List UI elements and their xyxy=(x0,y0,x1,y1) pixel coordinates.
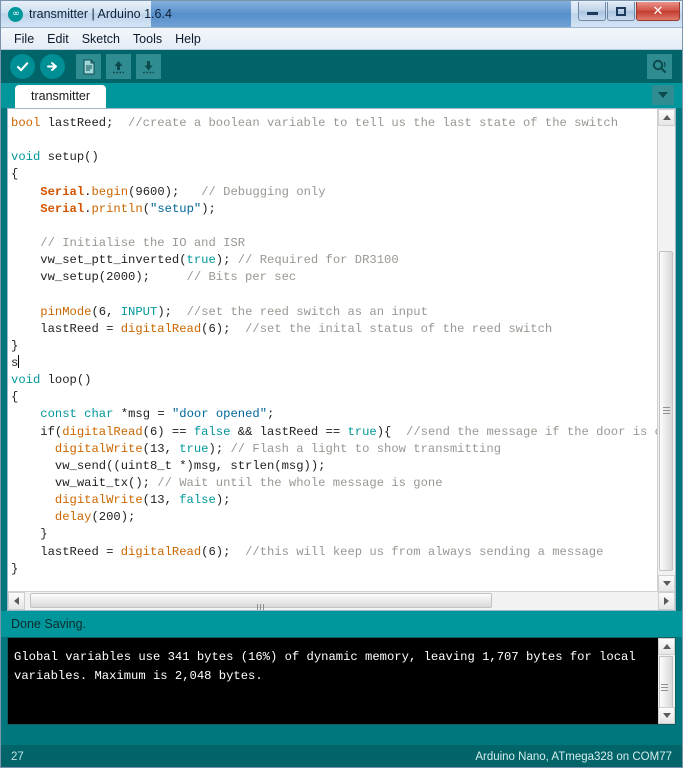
code-line: Serial.begin(9600); // Debugging only xyxy=(40,184,326,199)
status-message: Done Saving. xyxy=(1,611,682,637)
status-bar: 27 Arduino Nano, ATmega328 on COM77 xyxy=(1,745,682,767)
up-arrow-icon xyxy=(113,60,124,73)
code-line: s xyxy=(11,354,20,370)
scroll-down-arrow-icon xyxy=(662,713,671,718)
minimize-button[interactable] xyxy=(578,2,606,21)
code-line: void setup() xyxy=(11,150,99,165)
chevron-down-icon xyxy=(658,92,668,98)
console-scroll-down-button[interactable] xyxy=(658,707,675,724)
arduino-ide-window: ∞ transmitter | Arduino 1.6.4 ✕ File Edi… xyxy=(0,0,683,768)
scroll-down-arrow-icon xyxy=(662,581,671,586)
menu-item-edit[interactable]: Edit xyxy=(42,30,77,48)
console-panel[interactable]: Global variables use 341 bytes (16%) of … xyxy=(7,637,676,725)
code-line: digitalWrite(13, false); xyxy=(54,493,231,508)
maximize-button[interactable] xyxy=(607,2,635,21)
horizontal-scroll-thumb[interactable] xyxy=(30,593,492,610)
maximize-icon xyxy=(616,6,626,16)
editor-horizontal-scrollbar[interactable] xyxy=(8,591,675,610)
scroll-right-button[interactable] xyxy=(658,592,675,610)
scroll-up-arrow-icon xyxy=(662,115,671,120)
code-editor[interactable]: bool lastReed; //create a boolean variab… xyxy=(7,108,676,611)
upload-button[interactable] xyxy=(40,54,65,79)
arduino-logo-icon: ∞ xyxy=(8,6,23,22)
console-scrollbar[interactable] xyxy=(658,638,675,724)
code-line: digitalWrite(13, true); // Flash a light… xyxy=(54,441,502,456)
console-scroll-grip-icon xyxy=(661,683,668,693)
menu-item-help[interactable]: Help xyxy=(170,30,209,48)
scroll-left-button[interactable] xyxy=(8,592,25,610)
code-line: lastReed = digitalRead(6); //this will k… xyxy=(11,544,604,559)
window-controls: ✕ xyxy=(577,2,680,21)
code-line: { xyxy=(11,390,19,405)
minimize-icon xyxy=(586,12,598,15)
editor-vertical-scrollbar[interactable] xyxy=(657,109,675,592)
console-scroll-up-button[interactable] xyxy=(658,638,675,655)
tab-transmitter[interactable]: transmitter xyxy=(15,85,107,108)
serial-monitor-button[interactable] xyxy=(647,54,672,79)
code-line: } xyxy=(11,527,48,542)
code-line: lastReed = digitalRead(6); //set the ini… xyxy=(11,321,553,336)
line-number-indicator: 27 xyxy=(11,751,24,763)
vertical-scroll-thumb[interactable] xyxy=(659,251,673,571)
code-line: vw_setup(2000); // Bits per sec xyxy=(11,270,297,285)
menu-item-sketch[interactable]: Sketch xyxy=(77,30,128,48)
code-line: Serial.println("setup"); xyxy=(40,201,216,216)
code-text[interactable]: bool lastReed; //create a boolean variab… xyxy=(8,109,658,592)
open-button[interactable] xyxy=(106,54,131,79)
menu-bar: File Edit Sketch Tools Help xyxy=(1,28,682,50)
toolbar xyxy=(1,50,682,83)
window-title: transmitter | Arduino 1.6.4 xyxy=(29,7,172,21)
code-line: bool lastReed; //create a boolean variab… xyxy=(11,116,619,130)
code-line: // Initialise the IO and ISR xyxy=(40,235,246,250)
title-bar-highlight xyxy=(151,1,571,27)
scroll-down-button[interactable] xyxy=(658,575,675,592)
console-scroll-thumb[interactable] xyxy=(659,656,673,708)
checkmark-icon xyxy=(16,62,29,72)
menu-item-tools[interactable]: Tools xyxy=(128,30,170,48)
save-button[interactable] xyxy=(136,54,161,79)
new-document-icon xyxy=(83,59,94,74)
code-line: vw_send((uint8_t *)msg, strlen(msg)); xyxy=(11,458,326,473)
verify-button[interactable] xyxy=(10,54,35,79)
scroll-grip-icon xyxy=(663,407,670,416)
scroll-up-arrow-icon xyxy=(662,644,671,649)
code-line: void loop() xyxy=(11,373,92,388)
code-line: if(digitalRead(6) == false && lastReed =… xyxy=(11,424,658,439)
code-line: { xyxy=(11,167,19,182)
text-cursor xyxy=(18,354,20,368)
scroll-right-arrow-icon xyxy=(664,597,669,605)
right-arrow-icon xyxy=(47,62,57,71)
magnifier-icon xyxy=(652,59,666,73)
scroll-left-arrow-icon xyxy=(14,597,19,605)
scroll-up-button[interactable] xyxy=(658,109,675,126)
title-bar: ∞ transmitter | Arduino 1.6.4 ✕ xyxy=(1,1,682,28)
down-arrow-icon xyxy=(143,60,154,73)
scroll-grip-icon xyxy=(257,598,266,610)
menu-item-file[interactable]: File xyxy=(9,30,42,48)
tab-strip: transmitter xyxy=(1,83,682,108)
tab-menu-button[interactable] xyxy=(652,85,674,105)
ide-body: transmitter bool lastReed; //create a bo… xyxy=(1,50,682,767)
code-line: delay(200); xyxy=(54,510,136,525)
code-line: vw_set_ptt_inverted(true); // Required f… xyxy=(11,253,399,268)
code-line: const char *msg = "door opened"; xyxy=(40,407,275,422)
board-info: Arduino Nano, ATmega328 on COM77 xyxy=(475,751,672,763)
code-line: } xyxy=(11,561,19,576)
console-output: Global variables use 341 bytes (16%) of … xyxy=(14,650,636,683)
code-line: } xyxy=(11,338,19,353)
close-icon: ✕ xyxy=(652,3,664,19)
new-button[interactable] xyxy=(76,54,101,79)
code-line: vw_wait_tx(); // Wait until the whole me… xyxy=(11,475,443,490)
close-button[interactable]: ✕ xyxy=(636,2,680,21)
code-line: pinMode(6, INPUT); //set the reed switch… xyxy=(40,304,428,319)
